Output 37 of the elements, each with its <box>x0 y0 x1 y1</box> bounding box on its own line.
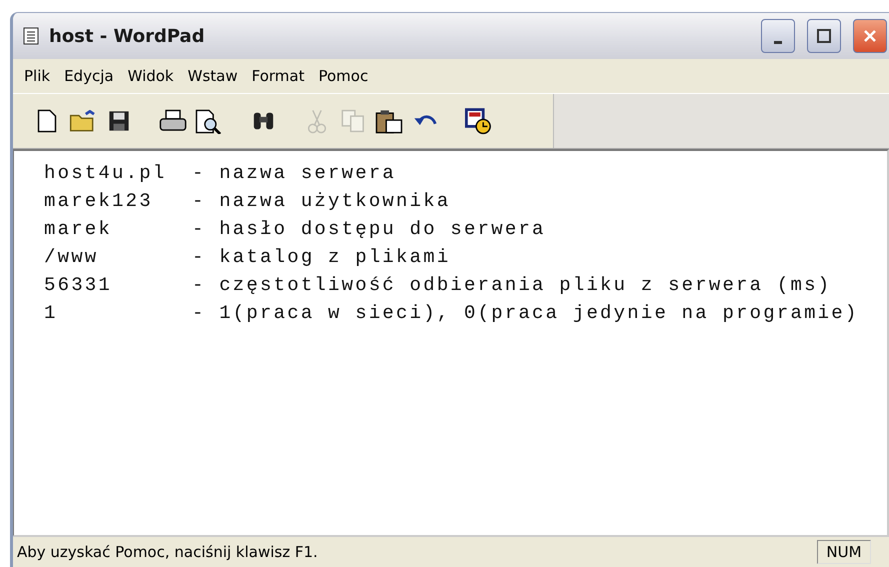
menu-item[interactable]: Widok <box>122 67 179 85</box>
maximize-button[interactable] <box>807 19 841 53</box>
document-text: /www <box>44 245 100 270</box>
window-title: host - WordPad <box>49 26 206 46</box>
copy-icon <box>340 109 366 133</box>
menu-item[interactable]: Edycja <box>59 67 119 85</box>
document-text: - nazwa serwera <box>192 161 396 186</box>
document-text: host4u.pl <box>44 161 168 186</box>
menu-item[interactable]: Format <box>246 67 310 85</box>
minimize-icon <box>774 40 782 44</box>
document-icon <box>23 27 39 45</box>
maximize-icon <box>817 29 831 43</box>
document-text: 1 <box>44 301 59 326</box>
close-button[interactable] <box>853 19 887 53</box>
document-text: marek <box>44 217 114 242</box>
menu-item[interactable]: Pomoc <box>313 67 374 85</box>
document-text: - nazwa użytkownika <box>192 189 450 214</box>
minimize-button[interactable] <box>761 19 795 53</box>
document-text: - hasło dostępu do serwera <box>192 217 546 242</box>
document-text: marek123 <box>44 189 154 214</box>
clipboard-icon <box>375 108 403 134</box>
printer-icon <box>159 109 187 133</box>
document-text: - 1(praca w sieci), 0(praca jedynie na programie) <box>192 301 858 326</box>
menu-item[interactable]: Plik <box>19 67 56 85</box>
document-text: - częstotliwość odbierania pliku z serwera (ms) <box>192 273 832 298</box>
num-lock-indicator: NUM <box>817 540 871 564</box>
print-preview-icon <box>195 108 223 134</box>
document-text: 56331 <box>44 273 114 298</box>
document-text: - katalog z plikami <box>192 245 450 270</box>
scissors-icon <box>307 108 327 134</box>
document-area[interactable] <box>13 149 889 537</box>
close-icon <box>863 29 877 43</box>
menu-item[interactable]: Wstaw <box>182 67 243 85</box>
calendar-clock-icon <box>465 108 493 134</box>
status-message: Aby uzyskać Pomoc, naciśnij klawisz F1. <box>16 543 319 561</box>
folder-icon <box>69 110 97 132</box>
new-document-icon <box>37 109 57 133</box>
